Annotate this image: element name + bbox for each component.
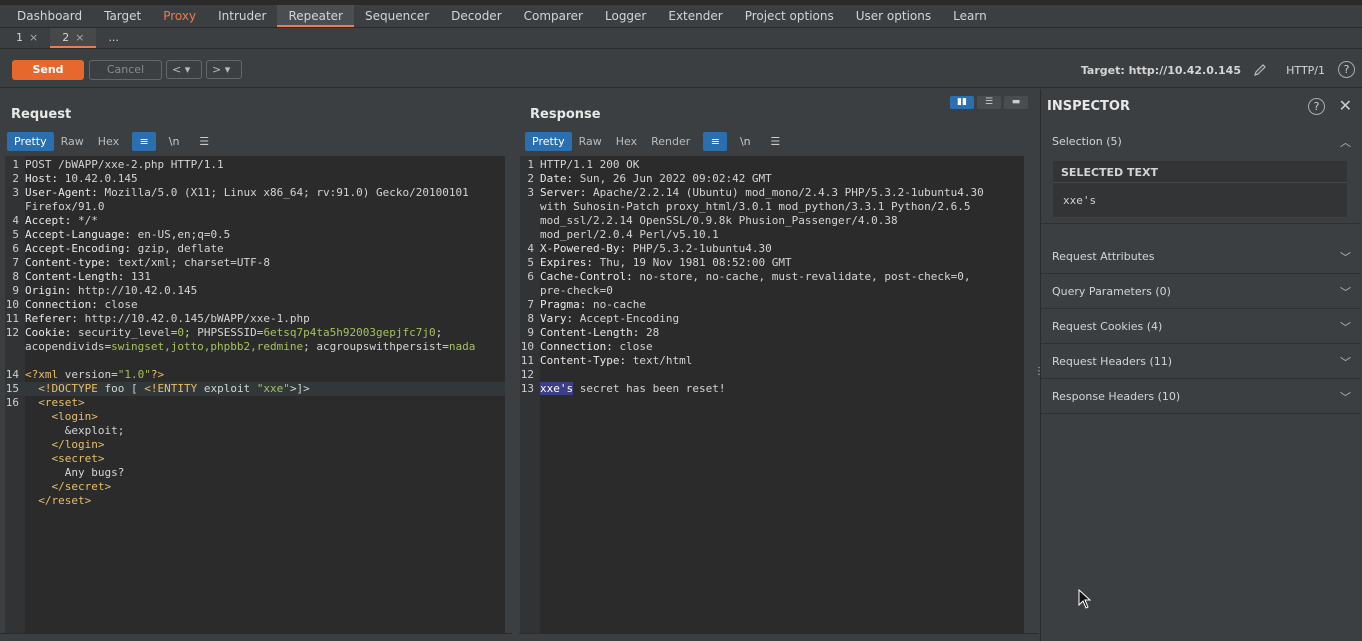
tab-pretty[interactable]: Pretty xyxy=(525,132,572,151)
request-view-tabs: Pretty Raw Hex ≡ \n ☰ xyxy=(7,132,216,151)
request-editor[interactable]: 1 POST /bWAPP/xxe-2.php HTTP/1.1 2 Host: 1… xyxy=(5,156,505,633)
chevron-down-icon[interactable]: ﹀ xyxy=(1340,284,1351,300)
tab-dashboard[interactable]: Dashboard xyxy=(6,5,93,27)
stacked-icon[interactable]: ☰ xyxy=(977,96,1001,109)
tab-project-options[interactable]: Project options xyxy=(734,5,845,27)
request-status-bar xyxy=(0,633,512,641)
tab-proxy[interactable]: Proxy xyxy=(152,5,207,27)
section-label: Query Parameters (0) xyxy=(1052,285,1171,298)
request-panel: Request Pretty Raw Hex ≡ \n ☰ 1 POST /bWA… xyxy=(0,89,512,641)
tab-target[interactable]: Target xyxy=(93,5,152,27)
tab-raw[interactable]: Raw xyxy=(54,132,91,151)
chevron-down-icon: ▾ xyxy=(224,63,231,76)
close-icon[interactable]: × xyxy=(29,31,38,44)
inspector-section-query-parameters[interactable]: Query Parameters (0) ﹀ xyxy=(1041,274,1361,309)
cancel-button[interactable]: Cancel xyxy=(89,60,162,80)
repeater-tab-label: 1 xyxy=(16,31,23,44)
tab-user-options[interactable]: User options xyxy=(845,5,942,27)
tab-comparer[interactable]: Comparer xyxy=(513,5,594,27)
section-label: Request Cookies (4) xyxy=(1052,320,1163,333)
inspector-section-request-attributes[interactable]: Request Attributes ﹀ xyxy=(1041,239,1361,274)
inspector-section-response-headers[interactable]: Response Headers (10) ﹀ xyxy=(1041,379,1361,414)
tab-sequencer[interactable]: Sequencer xyxy=(354,5,440,27)
response-status-bar xyxy=(519,633,1039,641)
tab-raw[interactable]: Raw xyxy=(572,132,609,151)
send-button[interactable]: Send xyxy=(12,60,84,80)
inspector-panel: INSPECTOR ? ✕ Selection (5) ︿ SELECTED T… xyxy=(1040,89,1362,641)
chevron-down-icon[interactable]: ﹀ xyxy=(1340,354,1351,370)
inspector-section-request-cookies[interactable]: Request Cookies (4) ﹀ xyxy=(1041,309,1361,344)
response-panel: Response ▮▮ ☰ ▬ Pretty Raw Hex Render ≡ … xyxy=(519,89,1039,641)
section-label: Request Headers (11) xyxy=(1052,355,1173,368)
forward-button[interactable]: > ▾ xyxy=(206,60,242,79)
menu-icon[interactable]: ☰ xyxy=(763,132,787,151)
forward-icon: > xyxy=(212,63,222,76)
close-icon[interactable]: ✕ xyxy=(1339,96,1352,115)
mouse-cursor-icon xyxy=(1078,589,1092,609)
main-tab-bar: Dashboard Target Proxy Intruder Repeater… xyxy=(0,5,1362,28)
chevron-down-icon[interactable]: ﹀ xyxy=(1340,389,1351,405)
show-newlines-icon[interactable]: \n xyxy=(162,132,186,151)
tab-hex[interactable]: Hex xyxy=(609,132,644,151)
split-handle[interactable]: ⋮ xyxy=(1034,366,1044,377)
tab-extender[interactable]: Extender xyxy=(657,5,733,27)
tab-hex[interactable]: Hex xyxy=(91,132,126,151)
response-editor[interactable]: 1 HTTP/1.1 200 OK 2 Date: Sun, 26 Jun 2022… xyxy=(520,156,1024,633)
selected-text-heading: SELECTED TEXT xyxy=(1061,166,1159,179)
repeater-tab-label: 2 xyxy=(62,31,70,44)
response-title: Response xyxy=(530,107,601,122)
tab-logger[interactable]: Logger xyxy=(594,5,657,27)
tabbed-icon[interactable]: ▬ xyxy=(1004,96,1028,109)
help-icon[interactable]: ? xyxy=(1308,98,1325,115)
inspector-section-request-headers[interactable]: Request Headers (11) ﹀ xyxy=(1041,344,1361,379)
request-title: Request xyxy=(11,107,72,122)
divider xyxy=(1053,182,1347,183)
menu-icon[interactable]: ☰ xyxy=(192,132,216,151)
show-newlines-icon[interactable]: \n xyxy=(733,132,757,151)
target-label: Target: http://10.42.0.145 xyxy=(1080,64,1241,77)
side-by-side-icon[interactable]: ▮▮ xyxy=(950,96,974,109)
wrap-lines-icon[interactable]: ≡ xyxy=(132,132,157,151)
chevron-up-icon[interactable]: ︿ xyxy=(1340,134,1351,150)
section-label: Request Attributes xyxy=(1052,250,1155,263)
tab-pretty[interactable]: Pretty xyxy=(7,132,54,151)
protocol-label[interactable]: HTTP/1 xyxy=(1286,64,1325,77)
section-label: Response Headers (10) xyxy=(1052,390,1181,403)
chevron-down-icon[interactable]: ﹀ xyxy=(1340,319,1351,335)
selected-text-value[interactable]: xxe's xyxy=(1063,194,1096,207)
wrap-lines-icon[interactable]: ≡ xyxy=(703,132,728,151)
repeater-tab-2[interactable]: 2 × xyxy=(50,28,97,48)
selection-label: Selection (5) xyxy=(1052,135,1122,148)
repeater-sub-tabs: 1 × 2 × ... xyxy=(0,28,1362,49)
repeater-tab-1[interactable]: 1 × xyxy=(4,28,50,48)
back-icon: < xyxy=(172,63,182,76)
layout-toggle: ▮▮ ☰ ▬ xyxy=(947,96,1028,109)
tab-repeater[interactable]: Repeater xyxy=(277,5,354,27)
repeater-tab-label: ... xyxy=(108,31,119,44)
help-icon[interactable]: ? xyxy=(1338,61,1355,78)
back-button[interactable]: < ▾ xyxy=(166,60,202,79)
repeater-toolbar: Send Cancel < ▾ > ▾ Target: http://10.42… xyxy=(0,50,1362,88)
response-view-tabs: Pretty Raw Hex Render ≡ \n ☰ xyxy=(525,132,787,151)
inspector-title: INSPECTOR xyxy=(1047,99,1130,114)
close-icon[interactable]: × xyxy=(75,31,84,44)
repeater-tab-new[interactable]: ... xyxy=(96,28,131,48)
tab-intruder[interactable]: Intruder xyxy=(207,5,277,27)
chevron-down-icon[interactable]: ﹀ xyxy=(1340,249,1351,265)
pencil-icon[interactable] xyxy=(1252,62,1268,78)
tab-render[interactable]: Render xyxy=(644,132,697,151)
chevron-down-icon: ▾ xyxy=(184,63,191,76)
tab-decoder[interactable]: Decoder xyxy=(440,5,513,27)
selected-text-box: SELECTED TEXT xxe's xyxy=(1053,161,1347,217)
tab-learn[interactable]: Learn xyxy=(942,5,998,27)
